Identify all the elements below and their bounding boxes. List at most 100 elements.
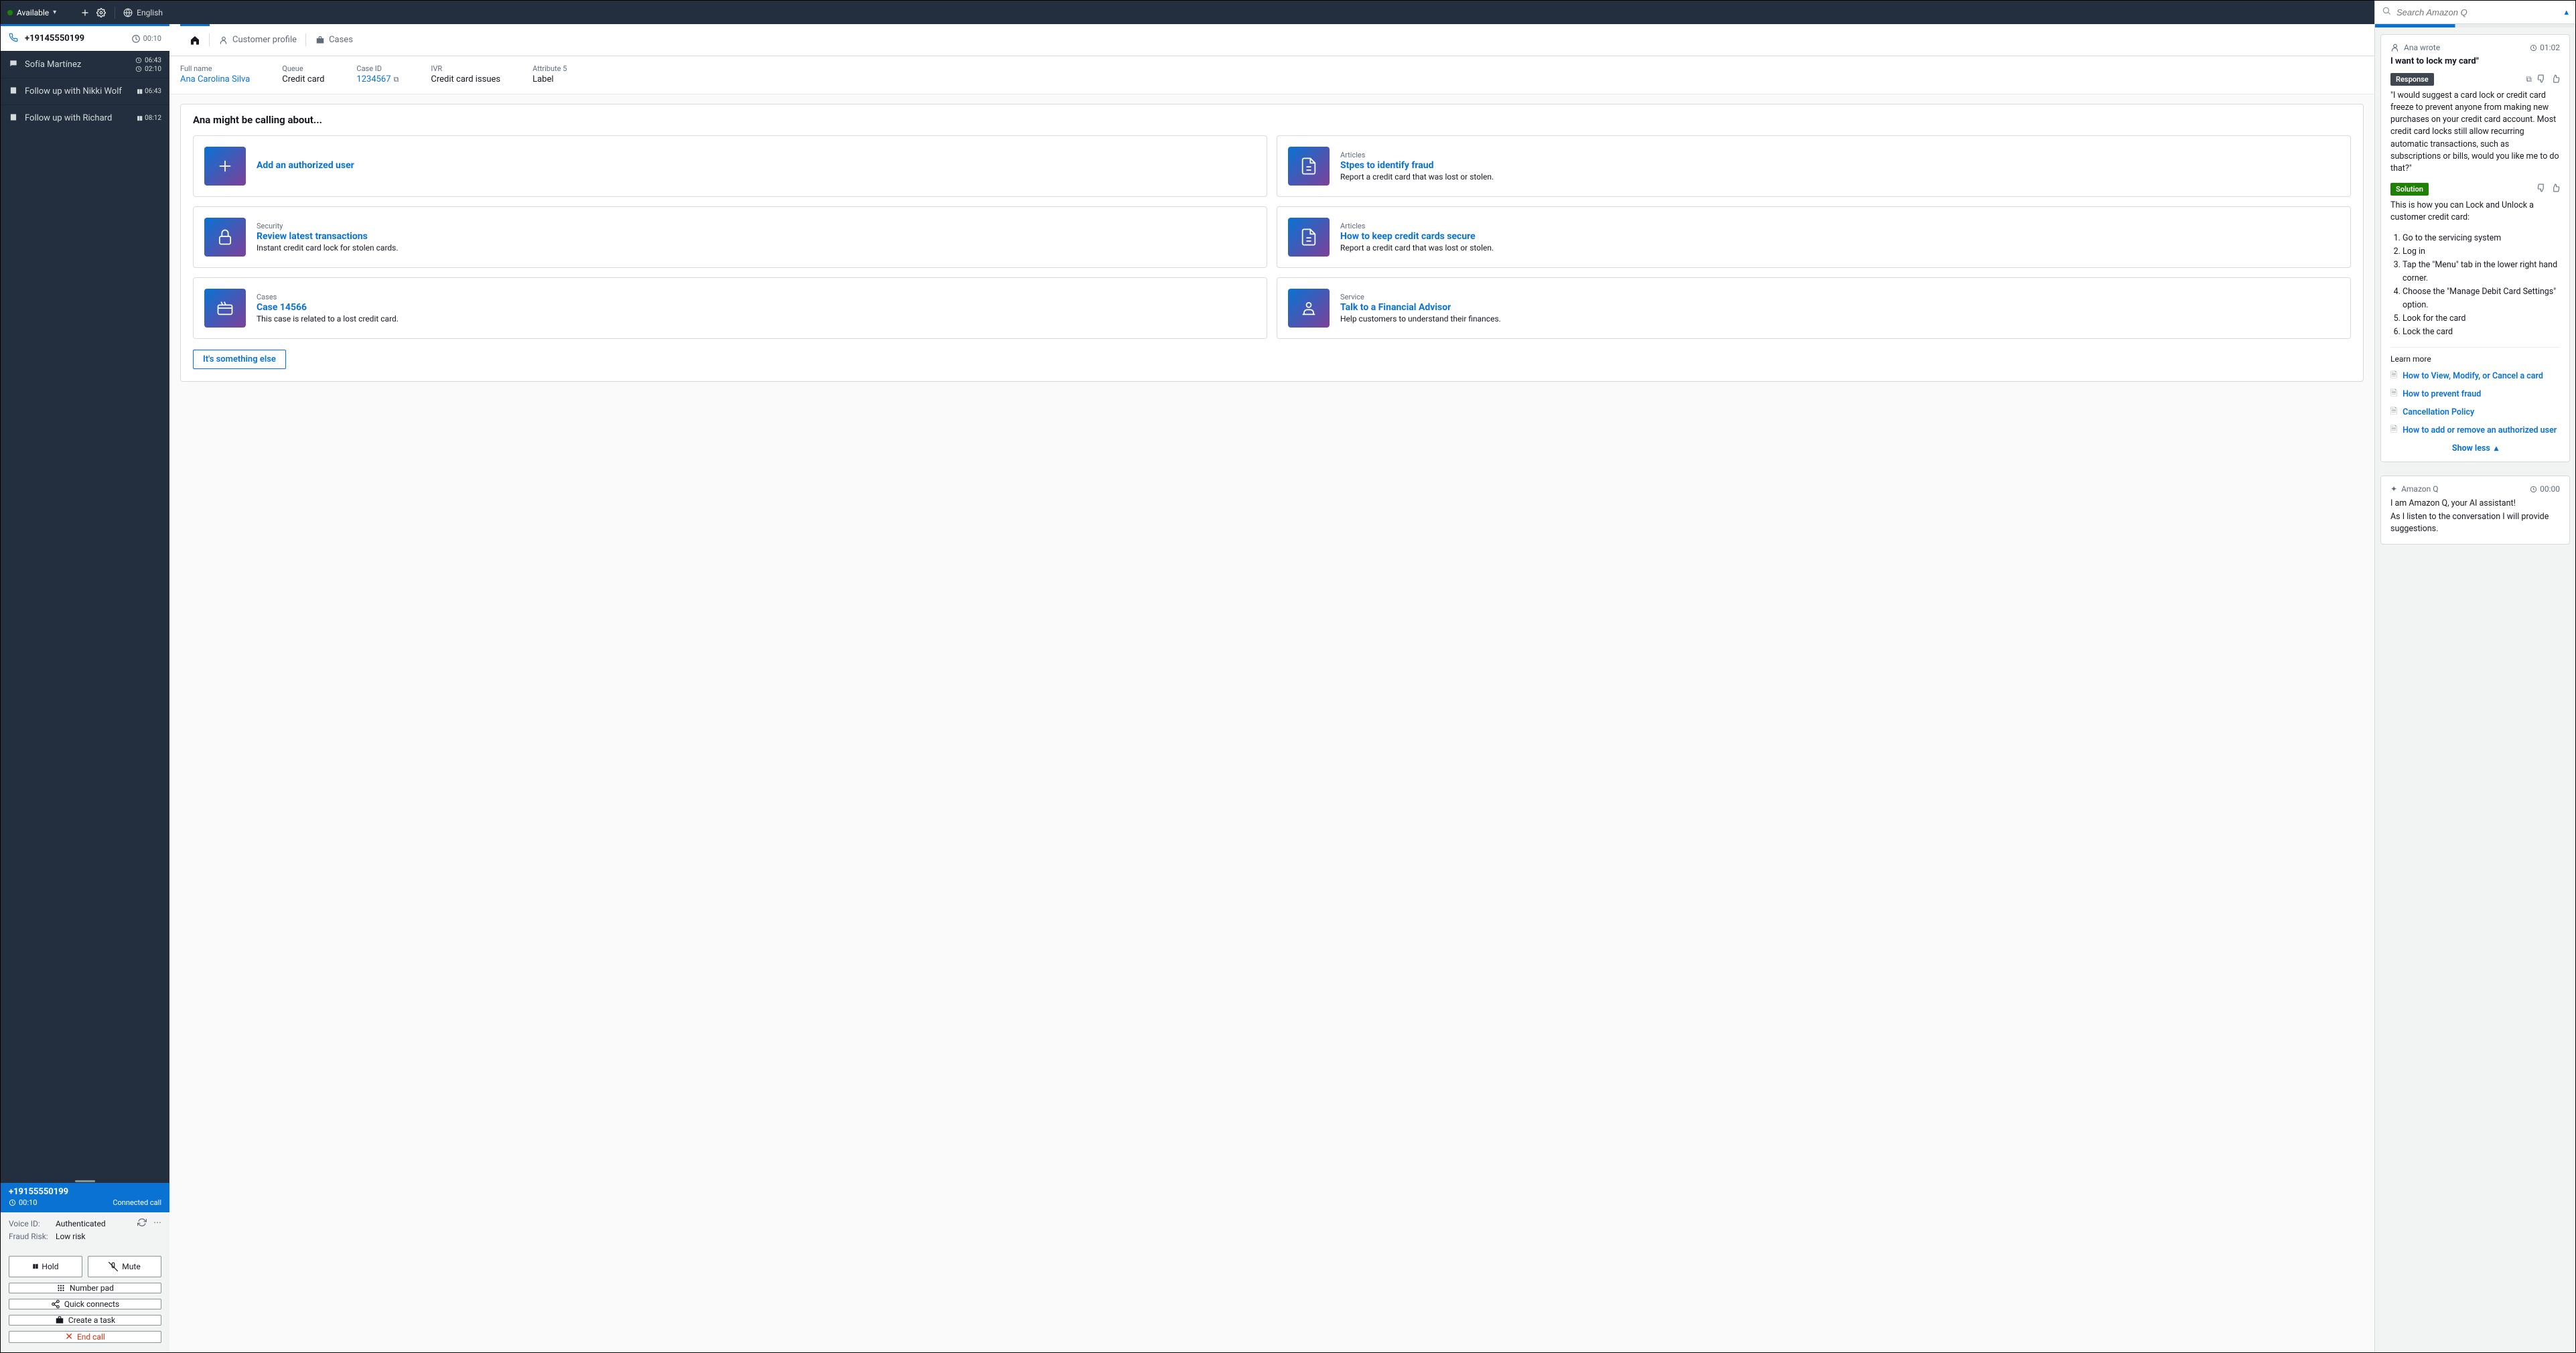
user-icon [219, 35, 228, 45]
assistant-line: As I listen to the conversation I will p… [2390, 511, 2560, 535]
learn-link[interactable]: 🗎How to View, Modify, or Cancel a card [2390, 369, 2560, 383]
mute-icon [109, 1262, 118, 1271]
customer-meta: Full nameAna Carolina Silva QueueCredit … [169, 56, 2374, 94]
copy-icon[interactable]: ⧉ [394, 75, 399, 84]
q-search-input[interactable] [2396, 7, 2559, 17]
numberpad-button[interactable]: Number pad [9, 1283, 161, 1293]
clock-icon [2530, 486, 2537, 493]
tabs: Customer profile Cases [169, 24, 2374, 56]
q-customer-panel: Ana wrote 01:02 I want to lock my card" … [2380, 34, 2570, 462]
card-review-transactions[interactable]: SecurityReview latest transactionsInstan… [193, 206, 1267, 268]
briefcase-icon [315, 35, 325, 45]
suggestion-panel: Ana might be calling about... Add an aut… [180, 104, 2364, 382]
search-icon [2382, 6, 2391, 18]
agent-status-label: Available [17, 8, 49, 17]
quick-connects-button[interactable]: Quick connects [9, 1299, 161, 1309]
tab-customer-profile[interactable]: Customer profile [210, 24, 306, 56]
something-else-button[interactable]: It's something else [193, 350, 286, 369]
voice-id-value: Authenticated [56, 1219, 106, 1228]
active-contact[interactable]: +19145550199 00:10 [1, 24, 169, 51]
clock-icon [2530, 44, 2537, 52]
learn-link[interactable]: 🗎Cancellation Policy [2390, 405, 2560, 419]
end-call-button[interactable]: ✕End call [9, 1331, 161, 1343]
ivr-value: Credit card issues [431, 74, 500, 84]
session-meta: ▮▮08:12 [137, 115, 161, 122]
learn-more-label: Learn more [2390, 354, 2560, 364]
document-icon [1288, 218, 1330, 257]
tab-home[interactable] [180, 24, 210, 56]
step: Log in [2403, 245, 2560, 259]
solution-steps: Go to the servicing system Log in Tap th… [2390, 232, 2560, 339]
session-task[interactable]: Follow up with Nikki Wolf ▮▮06:43 [1, 78, 169, 104]
call-info: +19155550199 00:10 Connected call [1, 1183, 169, 1212]
share-icon [51, 1299, 60, 1309]
language-label: English [137, 8, 163, 17]
contact-timer: 00:10 [131, 34, 161, 44]
language-selector[interactable]: English [123, 8, 163, 17]
card-case[interactable]: CasesCase 14566This case is related to a… [193, 277, 1267, 339]
copy-icon[interactable]: ⧉ [2526, 74, 2532, 85]
step: Lock the card [2403, 326, 2560, 339]
learn-link[interactable]: 🗎How to prevent fraud [2390, 387, 2560, 401]
pause-icon: ▮▮ [137, 115, 142, 122]
document-icon: 🗎 [2390, 423, 2397, 437]
fraud-value: Low risk [56, 1232, 86, 1241]
learn-link[interactable]: 🗎How to add or remove an authorized user [2390, 423, 2560, 437]
thumbs-up-icon[interactable] [2551, 184, 2560, 194]
document-icon [1288, 147, 1330, 186]
create-task-button[interactable]: Create a task [9, 1315, 161, 1326]
show-less-button[interactable]: Show less▴ [2390, 443, 2560, 453]
queue-value: Credit card [282, 74, 324, 84]
gear-icon[interactable] [96, 7, 106, 18]
left-panel: Available ▾ English +19145550199 00:10 S… [1, 1, 169, 1352]
call-number: +19155550199 [9, 1187, 161, 1197]
tab-cases[interactable]: Cases [306, 24, 362, 56]
assistant-line: I am Amazon Q, your AI assistant! [2390, 498, 2560, 510]
center-panel: Customer profile Cases Full nameAna Caro… [169, 1, 2374, 1352]
customer-name-link[interactable]: Ana Carolina Silva [180, 74, 250, 84]
response-badge: Response [2390, 73, 2434, 86]
suggestion-title: Ana might be calling about... [193, 114, 2351, 126]
voice-id-label: Voice ID: [9, 1219, 56, 1228]
phone-icon [9, 33, 18, 45]
session-meta: 06:43 02:10 [135, 57, 161, 73]
more-icon[interactable]: ⋯ [153, 1218, 161, 1229]
case-id-link[interactable]: 1234567⧉ [356, 74, 399, 84]
add-icon[interactable] [80, 7, 90, 18]
refresh-icon[interactable] [137, 1218, 147, 1229]
card-keep-secure[interactable]: ArticlesHow to keep credit cards secureR… [1277, 206, 2351, 268]
customer-quote: I want to lock my card" [2390, 56, 2560, 66]
chevron-down-icon: ▾ [53, 9, 56, 16]
briefcase-icon [55, 1315, 64, 1325]
home-icon [190, 35, 200, 46]
card-identify-fraud[interactable]: ArticlesStpes to identify fraudReport a … [1277, 135, 2351, 197]
card-add-user[interactable]: Add an authorized user [193, 135, 1267, 197]
document-icon: 🗎 [2390, 405, 2397, 419]
contact-number: +19145550199 [25, 33, 125, 44]
document-icon: 🗎 [2390, 369, 2397, 383]
card-advisor[interactable]: ServiceTalk to a Financial AdvisorHelp c… [1277, 277, 2351, 339]
session-task[interactable]: Follow up with Richard ▮▮08:12 [1, 104, 169, 131]
agent-status-selector[interactable]: Available ▾ [7, 8, 74, 17]
thumbs-down-icon[interactable] [2537, 74, 2546, 85]
chevron-up-icon[interactable]: ▴ [2564, 7, 2569, 17]
thumbs-up-icon[interactable] [2551, 74, 2560, 85]
document-icon: 🗎 [2390, 387, 2397, 401]
session-label: Follow up with Richard [25, 113, 130, 123]
thumbs-down-icon[interactable] [2537, 184, 2546, 194]
lock-icon [204, 218, 246, 257]
clock-icon [131, 34, 141, 44]
session-chat[interactable]: Sofía Martínez 06:43 02:10 [1, 51, 169, 78]
step: Look for the card [2403, 312, 2560, 326]
call-status: Connected call [113, 1198, 161, 1207]
solution-badge: Solution [2390, 183, 2429, 196]
step: Go to the servicing system [2403, 232, 2560, 245]
chevron-up-icon: ▴ [2494, 443, 2498, 453]
pause-icon: ▮▮ [33, 1263, 38, 1270]
grid-icon [56, 1283, 66, 1293]
task-icon [9, 86, 18, 98]
hold-button[interactable]: ▮▮Hold [9, 1256, 82, 1277]
mute-button[interactable]: Mute [88, 1256, 161, 1277]
progress-strip [2375, 24, 2575, 27]
creditcard-icon [204, 289, 246, 328]
